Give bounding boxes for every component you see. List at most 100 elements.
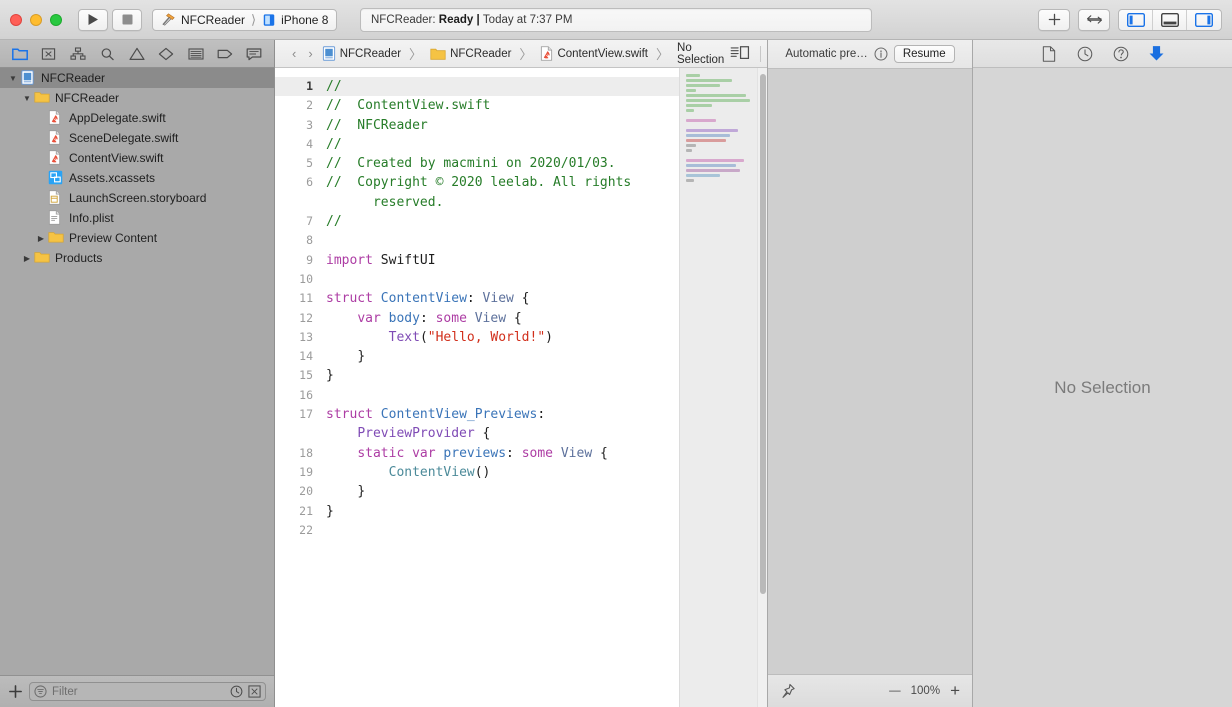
sidebar-tab-source-control-navigator[interactable] [35,43,62,65]
scheme-selector[interactable]: NFCReader ⟩ iPhone 8 [152,9,337,31]
code-line[interactable] [326,386,679,405]
code-line[interactable]: ContentView() [326,463,679,482]
sidebar-tab-symbol-navigator[interactable] [65,43,92,65]
code-line[interactable]: // [326,212,679,231]
line-number[interactable]: 21 [275,502,320,521]
line-number[interactable]: 6 [275,173,320,212]
code-line[interactable] [326,231,679,250]
file-tree-row[interactable]: LaunchScreen.storyboard [0,188,274,208]
tab-library-inspector[interactable] [1146,44,1168,64]
back-button[interactable]: ‹ [289,46,299,61]
code-line[interactable]: // [326,135,679,154]
code-line[interactable]: // Copyright © 2020 leelab. All rights r… [326,173,679,212]
code-line[interactable]: // ContentView.swift [326,96,679,115]
code-line[interactable]: // Created by macmini on 2020/01/03. [326,154,679,173]
filter-field[interactable]: Filter [29,682,266,701]
disclosure-triangle-closed-icon[interactable]: ▶ [20,254,34,263]
maximize-button[interactable] [50,14,62,26]
line-number[interactable]: 8 [275,231,320,250]
code-line[interactable]: static var previews: some View { [326,444,679,463]
line-number[interactable]: 1 [275,77,320,96]
line-number[interactable]: 11 [275,289,320,308]
file-tree-row[interactable]: AppDelegate.swift [0,108,274,128]
sidebar-tab-test-navigator[interactable] [153,43,180,65]
line-number[interactable]: 13 [275,328,320,347]
code-line[interactable]: } [326,502,679,521]
file-tree-row[interactable]: ▶Products [0,248,274,268]
file-tree-row[interactable]: ▼NFCReader [0,68,274,88]
file-tree-row[interactable]: Info.plist [0,208,274,228]
file-tree-row[interactable]: Assets.xcassets [0,168,274,188]
code-line[interactable] [326,521,679,540]
disclosure-triangle-open-icon[interactable]: ▼ [20,94,34,103]
info-icon[interactable] [874,47,888,61]
line-number[interactable]: 10 [275,270,320,289]
line-number[interactable]: 5 [275,154,320,173]
sidebar-tab-project-navigator[interactable] [6,43,33,65]
line-number[interactable]: 4 [275,135,320,154]
navigator-toggle-button[interactable] [1119,10,1153,30]
file-tree-row[interactable]: ▼NFCReader [0,88,274,108]
code-line[interactable]: // NFCReader [326,116,679,135]
inspector-toggle-button[interactable] [1187,10,1221,30]
line-number[interactable]: 20 [275,482,320,501]
line-number[interactable]: 16 [275,386,320,405]
code-line[interactable]: } [326,366,679,385]
code-line[interactable]: struct ContentView_Previews: PreviewProv… [326,405,679,444]
breadcrumb-item-group[interactable]: NFCReader [430,47,511,61]
debug-area-toggle-button[interactable] [1153,10,1187,30]
source-editor[interactable]: 12345678910111213141516171819202122 ////… [275,68,679,707]
line-number[interactable]: 9 [275,251,320,270]
line-number[interactable]: 15 [275,366,320,385]
source-control-filter-icon[interactable] [248,685,261,698]
assistant-editor-icon[interactable] [730,46,750,61]
canvas-preview-area[interactable] [768,69,972,674]
code-line[interactable]: import SwiftUI [326,251,679,270]
run-button[interactable] [78,9,108,31]
code-line[interactable] [326,270,679,289]
sidebar-tab-issue-navigator[interactable] [123,43,150,65]
breadcrumb-item-file[interactable]: ContentView.swift [540,46,648,61]
line-number[interactable]: 17 [275,405,320,444]
pin-icon[interactable] [780,683,796,699]
line-number[interactable]: 7 [275,212,320,231]
clock-icon[interactable] [230,685,243,698]
disclosure-triangle-closed-icon[interactable]: ▶ [34,234,48,243]
code-line[interactable]: } [326,482,679,501]
line-number[interactable]: 22 [275,521,320,540]
tab-file-inspector[interactable] [1038,44,1060,64]
line-number[interactable]: 3 [275,116,320,135]
project-file-tree[interactable]: ▼NFCReader▼NFCReaderAppDelegate.swiftSce… [0,68,274,675]
add-editor-toolbar-button[interactable] [1038,9,1070,31]
line-number[interactable]: 18 [275,444,320,463]
code-line[interactable]: struct ContentView: View { [326,289,679,308]
close-button[interactable] [10,14,22,26]
line-number[interactable]: 12 [275,309,320,328]
sidebar-tab-breakpoint-navigator[interactable] [211,43,238,65]
file-tree-row[interactable]: SceneDelegate.swift [0,128,274,148]
resume-button[interactable]: Resume [894,45,955,63]
code-line[interactable]: } [326,347,679,366]
code-line[interactable]: var body: some View { [326,309,679,328]
minimize-button[interactable] [30,14,42,26]
zoom-in-button[interactable]: + [950,681,960,701]
sidebar-tab-debug-navigator[interactable] [182,43,209,65]
line-number[interactable]: 19 [275,463,320,482]
toggle-code-review-button[interactable] [1078,9,1110,31]
editor-minimap[interactable] [679,68,757,707]
file-tree-row[interactable]: ▶Preview Content [0,228,274,248]
file-tree-row[interactable]: ContentView.swift [0,148,274,168]
tab-quick-help-inspector[interactable] [1110,44,1132,64]
sidebar-tab-find-navigator[interactable] [94,43,121,65]
sidebar-tab-report-navigator[interactable] [241,43,268,65]
tab-history-inspector[interactable] [1074,44,1096,64]
forward-button[interactable]: › [305,46,315,61]
scrollbar-thumb[interactable] [760,74,766,594]
line-number[interactable]: 14 [275,347,320,366]
zoom-out-button[interactable]: — [889,685,901,697]
line-number[interactable]: 2 [275,96,320,115]
code-line[interactable]: // [320,77,679,96]
stop-button[interactable] [112,9,142,31]
editor-scrollbar[interactable] [757,68,767,707]
code-line[interactable]: Text("Hello, World!") [326,328,679,347]
